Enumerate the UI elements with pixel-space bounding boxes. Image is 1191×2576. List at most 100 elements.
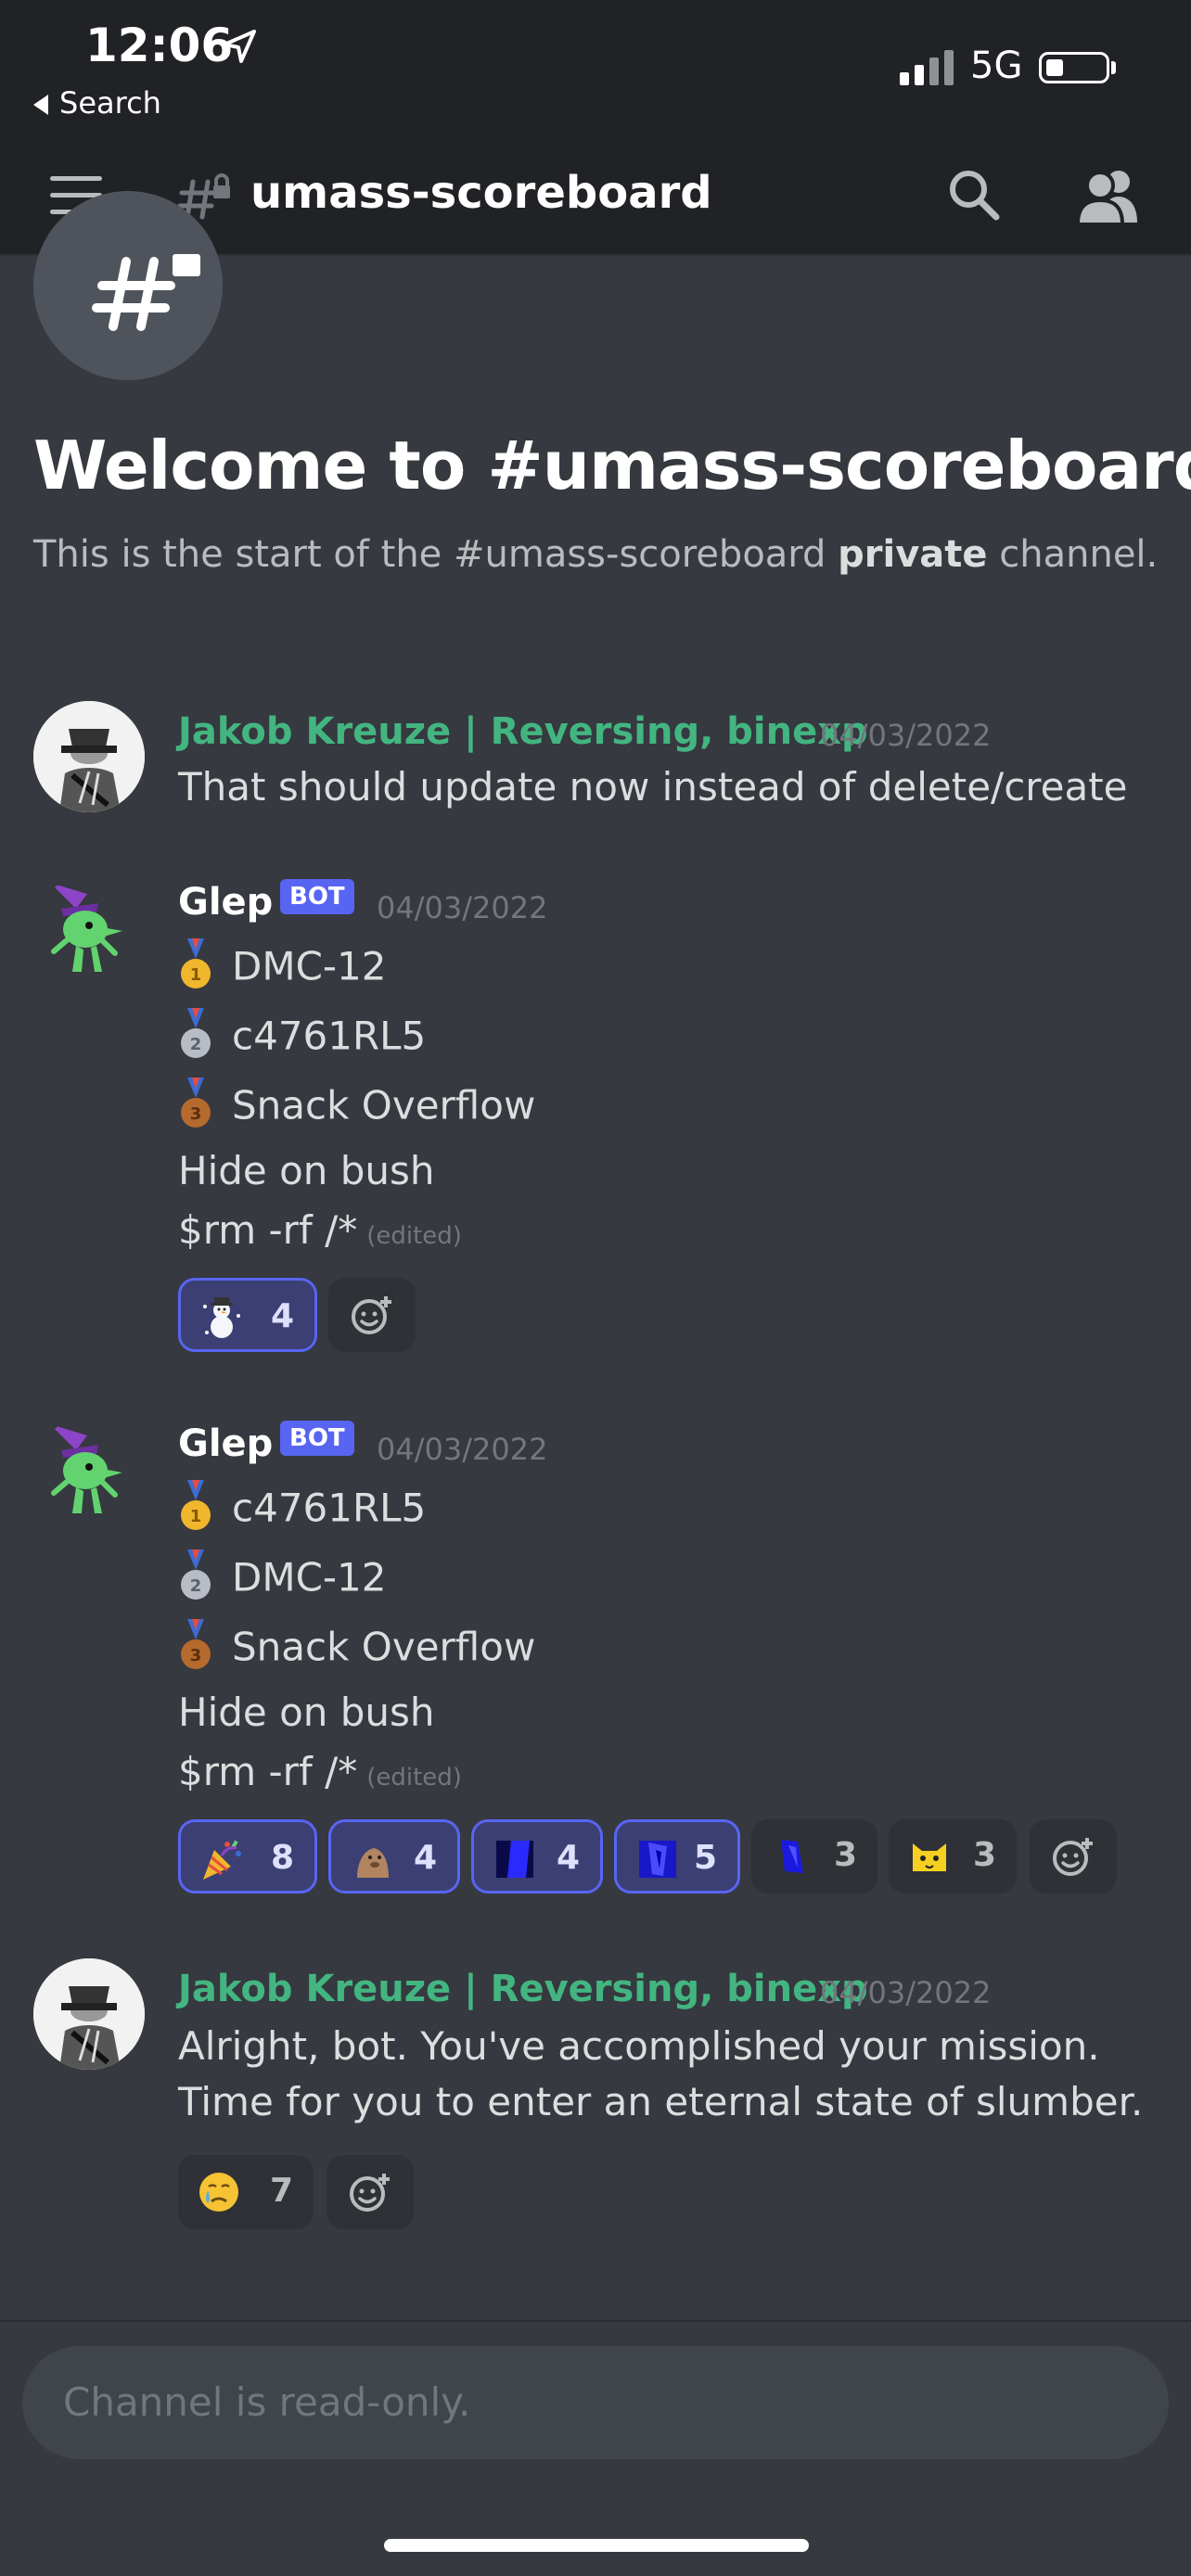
edited-label: (edited) xyxy=(366,1222,462,1250)
reaction-count: 3 xyxy=(972,1836,996,1874)
battery-icon xyxy=(1039,52,1109,83)
back-search-label: Search xyxy=(59,85,161,121)
svg-text:2: 2 xyxy=(190,1035,202,1054)
svg-text:2: 2 xyxy=(190,1576,202,1596)
add-reaction-button[interactable] xyxy=(327,2155,414,2229)
user-avatar-jakob[interactable] xyxy=(33,1958,145,2070)
channel-welcome-avatar xyxy=(33,191,223,380)
bot-badge: BOT xyxy=(280,879,354,914)
reaction-button[interactable]: 5 xyxy=(614,1819,740,1894)
add-reaction-icon xyxy=(352,1296,391,1334)
message-text: Time for you to enter an eternal state o… xyxy=(178,2079,1144,2124)
ranking-second: DMC-12 xyxy=(232,1554,387,1600)
reaction-count: 5 xyxy=(693,1839,717,1877)
cellular-signal-icon xyxy=(900,50,954,85)
message-text: Hide on bush xyxy=(178,1148,435,1193)
bot-avatar-glep[interactable] xyxy=(33,875,145,987)
custom-blue-emoji-icon xyxy=(639,1841,676,1878)
reaction-button[interactable]: 4 xyxy=(471,1819,603,1894)
reaction-count: 4 xyxy=(556,1839,580,1877)
search-icon[interactable] xyxy=(946,167,1002,223)
ranking-line: 1 DMC-12 xyxy=(178,938,387,996)
ranking-line: 3 Snack Overflow xyxy=(178,1078,535,1135)
ranking-line: 3 Snack Overflow xyxy=(178,1619,536,1677)
status-bar: 12:06 Search 5G xyxy=(0,0,1191,139)
home-indicator[interactable] xyxy=(384,2539,809,2552)
reaction-button[interactable]: 7 xyxy=(178,2155,314,2229)
add-reaction-button[interactable] xyxy=(328,1278,416,1352)
message-text-command: $rm -rf /* xyxy=(178,1207,358,1253)
reaction-button[interactable]: 3 xyxy=(751,1819,877,1894)
message-author[interactable]: Jakob Kreuze | Reversing, binexp xyxy=(178,1968,868,2010)
back-triangle-icon xyxy=(33,95,48,115)
silver-medal-icon: 2 xyxy=(181,1008,211,1058)
svg-text:1: 1 xyxy=(190,965,202,985)
ranking-line: 2 DMC-12 xyxy=(178,1549,387,1607)
message-text: Hide on bush xyxy=(178,1690,435,1735)
message-text: $rm -rf /* (edited) xyxy=(178,1207,462,1253)
custom-yellow-cat-emoji-icon xyxy=(913,1843,946,1871)
svg-text:1: 1 xyxy=(190,1507,202,1526)
input-divider xyxy=(0,2320,1191,2322)
reaction-button[interactable]: 4 xyxy=(178,1278,317,1352)
input-placeholder: Channel is read-only. xyxy=(63,2379,471,2425)
status-time: 12:06 xyxy=(85,19,234,72)
message-author[interactable]: Glep xyxy=(178,1422,273,1465)
snowman-emoji-icon xyxy=(203,1297,240,1338)
custom-animal-emoji-icon xyxy=(357,1848,389,1878)
location-arrow-icon xyxy=(223,30,256,63)
user-avatar-jakob[interactable] xyxy=(33,701,145,812)
battery-tip xyxy=(1111,61,1116,74)
message-timestamp: 04/03/2022 xyxy=(377,890,548,925)
svg-text:3: 3 xyxy=(190,1646,202,1665)
reaction-count: 7 xyxy=(269,2172,293,2210)
add-reaction-icon xyxy=(350,2174,390,2212)
add-reaction-icon xyxy=(1053,1838,1093,1876)
reaction-button[interactable]: 4 xyxy=(328,1819,460,1894)
welcome-subtitle-prefix: This is the start of the #umass-scoreboa… xyxy=(33,533,839,576)
bronze-medal-icon: 3 xyxy=(181,1078,211,1128)
reaction-button[interactable]: 3 xyxy=(889,1819,1017,1894)
message-timestamp: 04/03/2022 xyxy=(377,1432,548,1467)
message-input[interactable]: Channel is read-only. xyxy=(22,2346,1169,2459)
message-timestamp: 04/03/2022 xyxy=(820,1975,992,2010)
reaction-button[interactable]: 8 xyxy=(178,1819,317,1894)
bronze-medal-icon: 3 xyxy=(181,1619,211,1669)
reaction-count: 3 xyxy=(833,1836,857,1874)
bot-avatar-glep[interactable] xyxy=(33,1417,145,1528)
edited-label: (edited) xyxy=(366,1764,462,1792)
goblin-witch-avatar-icon xyxy=(50,1424,122,1513)
reaction-count: 4 xyxy=(270,1297,294,1335)
custom-blue-emoji-icon xyxy=(496,1841,533,1878)
message-text-command: $rm -rf /* xyxy=(178,1749,358,1794)
welcome-subtitle-suffix: channel. xyxy=(987,533,1159,576)
message-text: Alright, bot. You've accomplished your m… xyxy=(178,2023,1100,2069)
ranking-line: 1 c4761RL5 xyxy=(178,1480,427,1537)
ranking-first: c4761RL5 xyxy=(232,1485,427,1531)
message-text: That should update now instead of delete… xyxy=(178,764,1128,810)
channel-title: umass-scoreboard xyxy=(250,167,712,219)
add-reaction-button[interactable] xyxy=(1030,1819,1117,1894)
crying-face-emoji-icon xyxy=(199,2173,238,2212)
pixel-art-avatar-icon xyxy=(33,1958,145,2070)
ranking-first: DMC-12 xyxy=(232,943,387,989)
welcome-title: Welcome to #umass-scoreboard! xyxy=(33,427,1191,504)
ranking-second: c4761RL5 xyxy=(232,1013,427,1059)
party-popper-icon xyxy=(203,1840,241,1880)
members-icon[interactable] xyxy=(1076,167,1141,224)
ranking-third: Snack Overflow xyxy=(232,1624,536,1670)
message-author[interactable]: Jakob Kreuze | Reversing, binexp xyxy=(178,710,868,753)
back-to-search-link[interactable]: Search xyxy=(33,85,161,121)
svg-text:3: 3 xyxy=(190,1104,202,1124)
message-timestamp: 04/03/2022 xyxy=(820,718,992,753)
silver-medal-icon: 2 xyxy=(181,1549,211,1600)
reaction-count: 8 xyxy=(270,1839,294,1877)
network-type: 5G xyxy=(970,45,1023,87)
message-text: $rm -rf /* (edited) xyxy=(178,1749,462,1794)
hashtag-lock-icon xyxy=(92,254,200,331)
reaction-count: 4 xyxy=(413,1839,437,1877)
message-author[interactable]: Glep xyxy=(178,881,273,924)
custom-blue-emoji-icon xyxy=(774,1838,811,1875)
welcome-subtitle: This is the start of the #umass-scoreboa… xyxy=(33,533,1158,576)
ranking-line: 2 c4761RL5 xyxy=(178,1008,427,1065)
